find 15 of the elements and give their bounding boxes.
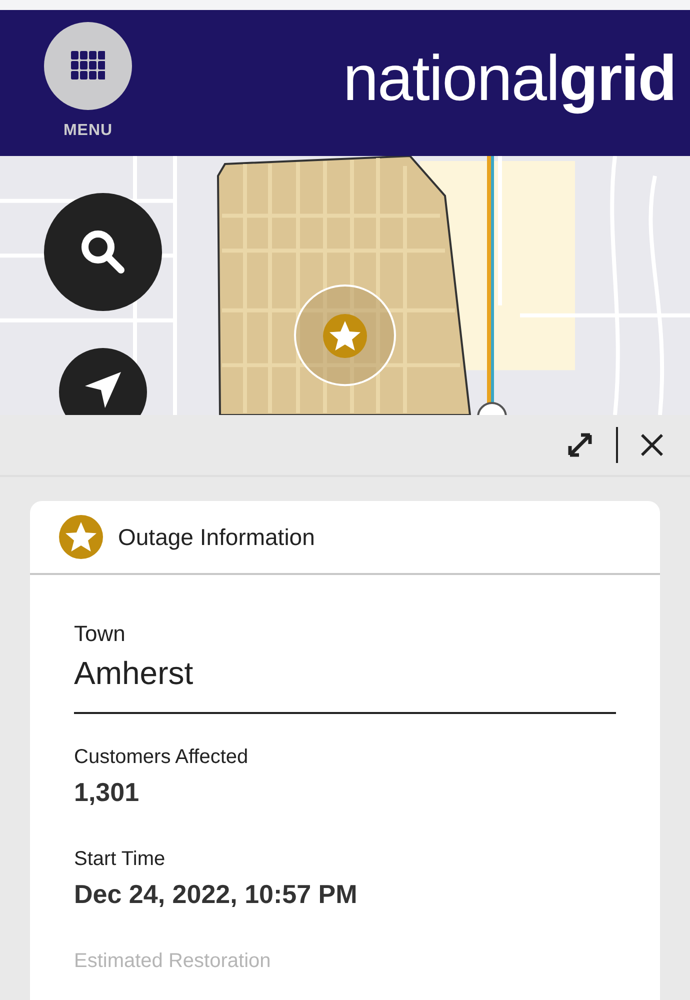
expand-button[interactable] bbox=[566, 431, 594, 459]
close-button[interactable] bbox=[640, 433, 664, 457]
star-marker-icon[interactable] bbox=[322, 313, 368, 359]
grid-icon bbox=[71, 51, 105, 81]
field-label: Town bbox=[74, 621, 126, 647]
menu-label: MENU bbox=[63, 122, 113, 140]
card-title: Outage Information bbox=[118, 524, 315, 550]
field-value: 1,301 bbox=[74, 777, 140, 808]
field-label: Start Time bbox=[74, 848, 166, 871]
field-value: Amherst bbox=[74, 655, 194, 692]
close-icon bbox=[640, 433, 664, 457]
field-label: Estimated Restoration bbox=[74, 950, 272, 973]
field-label: Customers Affected bbox=[74, 746, 250, 769]
expand-icon bbox=[566, 431, 594, 459]
field-value: Dec 24, 2022, 10:57 PM bbox=[74, 879, 358, 910]
